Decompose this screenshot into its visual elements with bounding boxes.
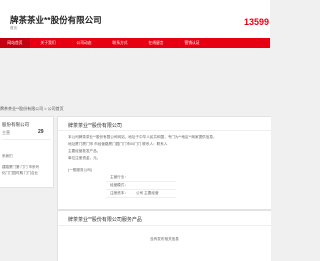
nav-item-certification[interactable]: 营销认证 — [174, 38, 210, 48]
info-row-key: 经营模式： — [110, 183, 128, 187]
nav-item-about[interactable]: 关于我们 — [30, 38, 66, 48]
intro-paragraph: 单位注册资金，元。 — [68, 156, 101, 160]
breadcrumb[interactable]: 牌茶茶业**股份有限公司 > 公司首页 — [0, 106, 64, 112]
sidebar-stat-label: 主营 — [2, 130, 10, 135]
intro-title: 牌茶茶业**股份有限公司 — [68, 123, 122, 129]
sidebar-section-title: 系我们 — [2, 154, 13, 158]
info-row: 经营模式： — [106, 183, 176, 190]
nav-item-contact[interactable]: 联系方式 — [102, 38, 138, 48]
info-row: 主营行业： — [106, 175, 176, 182]
info-row: 注册资本： 公司 主要经营 — [106, 191, 176, 198]
header-subtitle: 首页 — [10, 26, 17, 30]
info-row-value: 公司 主要经营 — [136, 191, 159, 195]
company-name[interactable]: 牌茶茶业**股份有限公司 — [10, 14, 102, 26]
sidebar-stat-row: 主营 29 — [2, 129, 51, 140]
main-nav: 网站首页 关于我们 公司动态 联系方式 在线留言 营销认证 — [0, 38, 270, 48]
site-header: 牌茶茶业**股份有限公司 首页 13599 — [0, 0, 270, 38]
phone-number: 13599 — [244, 17, 270, 27]
intro-note: (一般服务公司) — [68, 168, 92, 172]
company-intro-panel: 牌茶茶业**股份有限公司 本公司牌茶茶业**股份有限公司网站，地址于中华人民共和… — [57, 116, 271, 210]
intro-paragraph: 主要经营批发产品。 — [68, 149, 101, 153]
divider — [58, 130, 271, 131]
nav-item-news[interactable]: 公司动态 — [66, 38, 102, 48]
products-empty-message: 没有发布相关信息 — [150, 237, 179, 241]
info-row-key: 注册资本： — [110, 191, 128, 195]
sidebar-title: 股份有限公司 — [2, 122, 29, 127]
intro-paragraph: 本公司牌茶茶业**股份有限公司网站，地址于中华人民共和国，专门为**地区**商家… — [68, 135, 217, 139]
sidebar-line: 建路厦门第 门门 市系列 — [2, 165, 39, 169]
products-panel: 牌茶茶业**股份有限公司服务产品 没有发布相关信息 — [57, 210, 271, 261]
nav-item-home[interactable]: 网站首页 — [0, 38, 30, 48]
nav-item-message[interactable]: 在线留言 — [138, 38, 174, 48]
divider — [58, 225, 271, 226]
sidebar-line: 化门门园时期 门门合业 — [2, 171, 38, 175]
sidebar-stat-value: 29 — [38, 129, 44, 135]
info-row-key: 主营行业： — [110, 175, 128, 179]
intro-paragraph: 地址厦门厦门市 市经营路厦门园门门市00门门 联系人：联系人 — [68, 142, 168, 146]
sidebar-company-card: 股份有限公司 主营 29 系我们 建路厦门第 门门 市系列 化门门园时期 门门合… — [0, 116, 54, 188]
products-title: 牌茶茶业**股份有限公司服务产品 — [68, 217, 142, 223]
